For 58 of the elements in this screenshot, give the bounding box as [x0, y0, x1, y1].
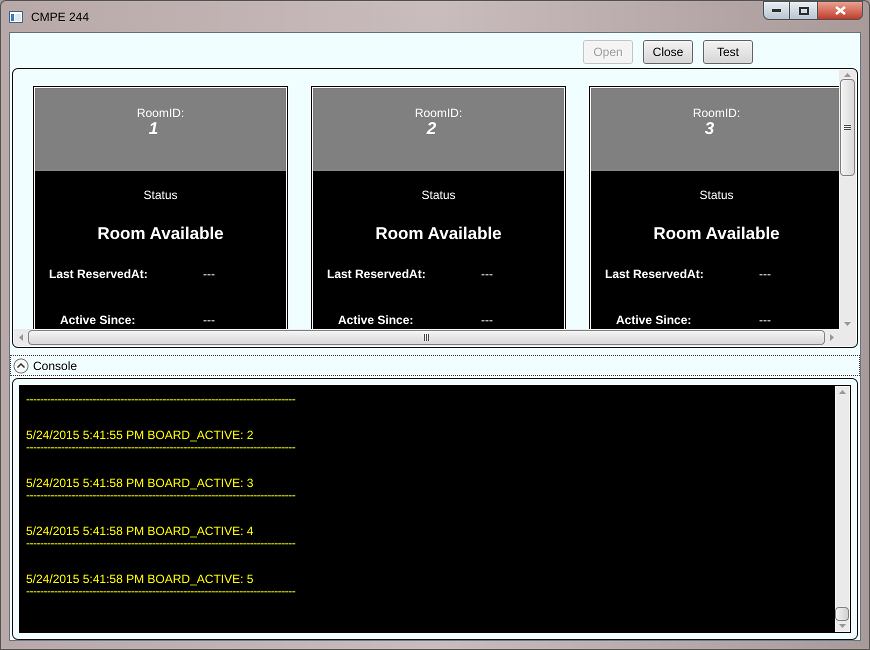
- grip-icon: [424, 334, 429, 341]
- separator-line: -----------------------------------------------------------------------------: [26, 585, 296, 599]
- minimize-icon: [772, 9, 781, 12]
- field-label: Last ReservedAt:: [326, 266, 427, 282]
- maximize-icon: [798, 6, 808, 14]
- toolbar-button[interactable]: Test: [703, 40, 753, 64]
- left-arrow-icon: [19, 334, 23, 341]
- toolbar-button[interactable]: Close: [643, 40, 693, 64]
- window-title: CMPE 244: [31, 8, 90, 26]
- field-label: Active Since:: [337, 312, 414, 328]
- close-window-button[interactable]: [817, 1, 863, 20]
- room-id-value: 1: [148, 120, 158, 138]
- down-arrow-icon: [839, 624, 846, 628]
- close-icon: [834, 6, 846, 15]
- status-label: Status: [421, 187, 456, 204]
- app-icon: [9, 10, 23, 22]
- scrollbar-thumb[interactable]: [840, 79, 855, 176]
- room-id-label: RoomID:: [692, 106, 740, 120]
- status-value: Room Available: [653, 223, 780, 245]
- scrollbar-thumb[interactable]: [835, 607, 849, 621]
- separator-line: -----------------------------------------------------------------------------: [26, 537, 296, 551]
- status-label: Status: [699, 187, 734, 204]
- field-label: Active Since:: [59, 312, 136, 328]
- vertical-scrollbar[interactable]: [835, 385, 851, 633]
- status-label: Status: [143, 187, 178, 204]
- log-message: 5/24/2015 5:41:58 PM BOARD_ACTIVE: 3: [26, 477, 254, 489]
- status-value: Room Available: [97, 223, 224, 245]
- up-arrow-icon: [844, 73, 851, 77]
- right-arrow-icon: [830, 334, 834, 341]
- room-id-value: 2: [426, 120, 436, 138]
- field-label: Active Since:: [615, 312, 692, 328]
- up-arrow-icon: [839, 390, 846, 394]
- separator-line: -----------------------------------------------------------------------------: [26, 489, 296, 503]
- scrollbar-thumb[interactable]: [28, 330, 825, 345]
- room-id-label: RoomID:: [136, 106, 184, 120]
- room-id-label: RoomID:: [414, 106, 462, 120]
- console-expander[interactable]: Console: [10, 355, 860, 376]
- field-value: ---: [759, 266, 771, 282]
- room-id-value: 3: [704, 120, 714, 138]
- separator-line: -----------------------------------------------------------------------------: [26, 393, 296, 407]
- log-message: 5/24/2015 5:41:55 PM BOARD_ACTIVE: 2: [26, 429, 254, 441]
- separator-line: -----------------------------------------------------------------------------: [26, 441, 296, 455]
- field-value: ---: [759, 312, 771, 328]
- minimize-button[interactable]: [763, 1, 790, 20]
- status-value: Room Available: [375, 223, 502, 245]
- field-value: ---: [203, 312, 215, 328]
- vertical-scrollbar[interactable]: [839, 70, 856, 329]
- field-value: ---: [481, 312, 493, 328]
- field-value: ---: [203, 266, 215, 282]
- grip-icon: [844, 125, 851, 130]
- field-value: ---: [481, 266, 493, 282]
- down-arrow-icon: [844, 322, 851, 326]
- console-label: Console: [33, 358, 78, 374]
- maximize-button[interactable]: [790, 1, 817, 20]
- log-message: 5/24/2015 5:41:58 PM BOARD_ACTIVE: 5: [26, 573, 254, 585]
- field-label: Last ReservedAt:: [604, 266, 705, 282]
- field-label: Last ReservedAt:: [48, 266, 149, 282]
- log-message: 5/24/2015 5:41:58 PM BOARD_ACTIVE: 4: [26, 525, 254, 537]
